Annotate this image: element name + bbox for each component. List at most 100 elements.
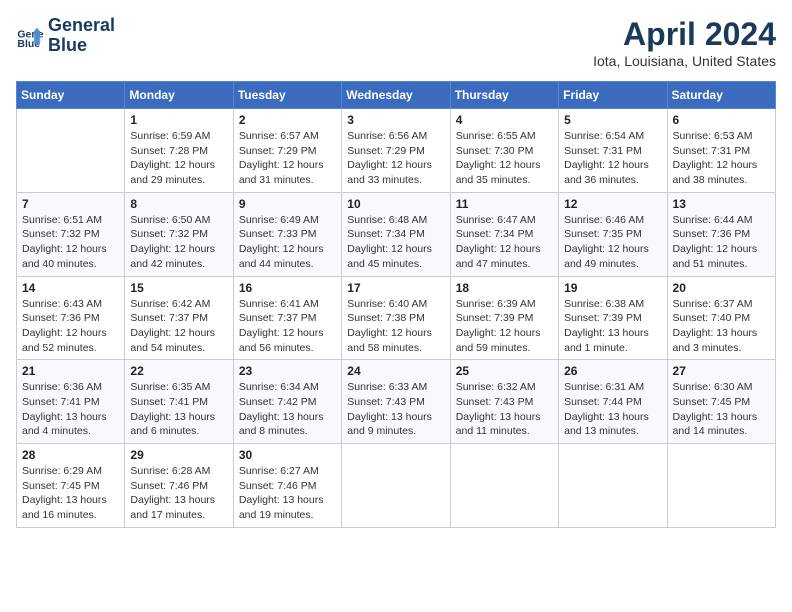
page-header: General Blue General Blue April 2024 Iot…: [16, 16, 776, 69]
day-info: Sunrise: 6:43 AM Sunset: 7:36 PM Dayligh…: [22, 297, 119, 356]
calendar-cell: [342, 444, 450, 528]
day-info: Sunrise: 6:53 AM Sunset: 7:31 PM Dayligh…: [673, 129, 770, 188]
calendar-cell: 12Sunrise: 6:46 AM Sunset: 7:35 PM Dayli…: [559, 192, 667, 276]
day-info: Sunrise: 6:48 AM Sunset: 7:34 PM Dayligh…: [347, 213, 444, 272]
calendar-cell: [17, 109, 125, 193]
day-of-week-header: Sunday: [17, 82, 125, 109]
calendar-header-row: SundayMondayTuesdayWednesdayThursdayFrid…: [17, 82, 776, 109]
calendar-week-row: 7 Sunrise: 6:51 AM Sunset: 7:32 PM Daylig…: [17, 192, 776, 276]
location: Iota, Louisiana, United States: [593, 53, 776, 69]
calendar-week-row: 21 Sunrise: 6:36 AM Sunset: 7:41 PM Dayli…: [17, 360, 776, 444]
day-info: Sunrise: 6:28 AM Sunset: 7:46 PM Dayligh…: [130, 464, 227, 523]
logo-text-general: General: [48, 16, 115, 36]
day-number: 16: [239, 281, 336, 295]
day-of-week-header: Friday: [559, 82, 667, 109]
day-info: Sunrise: 6:54 AM Sunset: 7:31 PM Dayligh…: [564, 129, 661, 188]
day-info: Sunrise: 6:39 AM Sunset: 7:39 PM Dayligh…: [456, 297, 553, 356]
day-info: Sunrise: 6:49 AM Sunset: 7:33 PM Dayligh…: [239, 213, 336, 272]
day-number: 25: [456, 364, 553, 378]
calendar-cell: 14 Sunrise: 6:43 AM Sunset: 7:36 PM Dayli…: [17, 276, 125, 360]
calendar-cell: 18 Sunrise: 6:39 AM Sunset: 7:39 PM Dayli…: [450, 276, 558, 360]
day-number: 30: [239, 448, 336, 462]
logo-icon: General Blue: [16, 22, 44, 50]
calendar-week-row: 28Sunrise: 6:29 AM Sunset: 7:45 PM Dayli…: [17, 444, 776, 528]
day-number: 1: [130, 113, 227, 127]
day-number: 2: [239, 113, 336, 127]
calendar-cell: 1 Sunrise: 6:59 AM Sunset: 7:28 PM Daylig…: [125, 109, 233, 193]
day-info: Sunrise: 6:57 AM Sunset: 7:29 PM Dayligh…: [239, 129, 336, 188]
day-number: 19: [564, 281, 661, 295]
day-info: Sunrise: 6:46 AM Sunset: 7:35 PM Dayligh…: [564, 213, 661, 272]
day-number: 20: [673, 281, 770, 295]
calendar-cell: 23 Sunrise: 6:34 AM Sunset: 7:42 PM Dayli…: [233, 360, 341, 444]
calendar-cell: 13 Sunrise: 6:44 AM Sunset: 7:36 PM Dayli…: [667, 192, 775, 276]
calendar-table: SundayMondayTuesdayWednesdayThursdayFrid…: [16, 81, 776, 528]
calendar-cell: 7 Sunrise: 6:51 AM Sunset: 7:32 PM Daylig…: [17, 192, 125, 276]
day-number: 13: [673, 197, 770, 211]
calendar-cell: 9 Sunrise: 6:49 AM Sunset: 7:33 PM Daylig…: [233, 192, 341, 276]
calendar-cell: 29 Sunrise: 6:28 AM Sunset: 7:46 PM Dayli…: [125, 444, 233, 528]
calendar-week-row: 14 Sunrise: 6:43 AM Sunset: 7:36 PM Dayli…: [17, 276, 776, 360]
day-of-week-header: Thursday: [450, 82, 558, 109]
calendar-cell: [450, 444, 558, 528]
day-of-week-header: Tuesday: [233, 82, 341, 109]
calendar-cell: 19 Sunrise: 6:38 AM Sunset: 7:39 PM Dayli…: [559, 276, 667, 360]
calendar-cell: [667, 444, 775, 528]
day-info: Sunrise: 6:59 AM Sunset: 7:28 PM Dayligh…: [130, 129, 227, 188]
calendar-cell: 25 Sunrise: 6:32 AM Sunset: 7:43 PM Dayli…: [450, 360, 558, 444]
day-info: Sunrise: 6:51 AM Sunset: 7:32 PM Dayligh…: [22, 213, 119, 272]
calendar-cell: [559, 444, 667, 528]
calendar-cell: 11Sunrise: 6:47 AM Sunset: 7:34 PM Dayli…: [450, 192, 558, 276]
day-number: 29: [130, 448, 227, 462]
calendar-week-row: 1 Sunrise: 6:59 AM Sunset: 7:28 PM Daylig…: [17, 109, 776, 193]
day-info: Sunrise: 6:34 AM Sunset: 7:42 PM Dayligh…: [239, 380, 336, 439]
logo-text-blue: Blue: [48, 36, 115, 56]
day-number: 28: [22, 448, 119, 462]
day-number: 5: [564, 113, 661, 127]
day-number: 6: [673, 113, 770, 127]
day-number: 11: [456, 197, 553, 211]
day-number: 4: [456, 113, 553, 127]
day-info: Sunrise: 6:38 AM Sunset: 7:39 PM Dayligh…: [564, 297, 661, 356]
day-info: Sunrise: 6:35 AM Sunset: 7:41 PM Dayligh…: [130, 380, 227, 439]
calendar-cell: 10Sunrise: 6:48 AM Sunset: 7:34 PM Dayli…: [342, 192, 450, 276]
calendar-cell: 22Sunrise: 6:35 AM Sunset: 7:41 PM Dayli…: [125, 360, 233, 444]
calendar-cell: 27 Sunrise: 6:30 AM Sunset: 7:45 PM Dayli…: [667, 360, 775, 444]
day-number: 23: [239, 364, 336, 378]
title-block: April 2024 Iota, Louisiana, United State…: [593, 16, 776, 69]
day-info: Sunrise: 6:32 AM Sunset: 7:43 PM Dayligh…: [456, 380, 553, 439]
calendar-cell: 24Sunrise: 6:33 AM Sunset: 7:43 PM Dayli…: [342, 360, 450, 444]
day-info: Sunrise: 6:36 AM Sunset: 7:41 PM Dayligh…: [22, 380, 119, 439]
day-of-week-header: Monday: [125, 82, 233, 109]
day-number: 18: [456, 281, 553, 295]
calendar-cell: 28Sunrise: 6:29 AM Sunset: 7:45 PM Dayli…: [17, 444, 125, 528]
calendar-cell: 21 Sunrise: 6:36 AM Sunset: 7:41 PM Dayli…: [17, 360, 125, 444]
day-number: 21: [22, 364, 119, 378]
day-number: 14: [22, 281, 119, 295]
day-info: Sunrise: 6:56 AM Sunset: 7:29 PM Dayligh…: [347, 129, 444, 188]
day-number: 9: [239, 197, 336, 211]
day-info: Sunrise: 6:44 AM Sunset: 7:36 PM Dayligh…: [673, 213, 770, 272]
day-info: Sunrise: 6:27 AM Sunset: 7:46 PM Dayligh…: [239, 464, 336, 523]
day-info: Sunrise: 6:40 AM Sunset: 7:38 PM Dayligh…: [347, 297, 444, 356]
day-of-week-header: Saturday: [667, 82, 775, 109]
day-info: Sunrise: 6:50 AM Sunset: 7:32 PM Dayligh…: [130, 213, 227, 272]
day-number: 26: [564, 364, 661, 378]
day-number: 27: [673, 364, 770, 378]
day-number: 7: [22, 197, 119, 211]
calendar-cell: 30 Sunrise: 6:27 AM Sunset: 7:46 PM Dayli…: [233, 444, 341, 528]
calendar-cell: 4Sunrise: 6:55 AM Sunset: 7:30 PM Daylig…: [450, 109, 558, 193]
calendar-cell: 26Sunrise: 6:31 AM Sunset: 7:44 PM Dayli…: [559, 360, 667, 444]
calendar-cell: 2 Sunrise: 6:57 AM Sunset: 7:29 PM Daylig…: [233, 109, 341, 193]
day-info: Sunrise: 6:42 AM Sunset: 7:37 PM Dayligh…: [130, 297, 227, 356]
month-title: April 2024: [593, 16, 776, 53]
day-number: 3: [347, 113, 444, 127]
day-number: 17: [347, 281, 444, 295]
calendar-cell: 20 Sunrise: 6:37 AM Sunset: 7:40 PM Dayli…: [667, 276, 775, 360]
calendar-cell: 5 Sunrise: 6:54 AM Sunset: 7:31 PM Daylig…: [559, 109, 667, 193]
day-info: Sunrise: 6:41 AM Sunset: 7:37 PM Dayligh…: [239, 297, 336, 356]
day-info: Sunrise: 6:30 AM Sunset: 7:45 PM Dayligh…: [673, 380, 770, 439]
calendar-cell: 16 Sunrise: 6:41 AM Sunset: 7:37 PM Dayli…: [233, 276, 341, 360]
day-info: Sunrise: 6:37 AM Sunset: 7:40 PM Dayligh…: [673, 297, 770, 356]
day-number: 15: [130, 281, 227, 295]
